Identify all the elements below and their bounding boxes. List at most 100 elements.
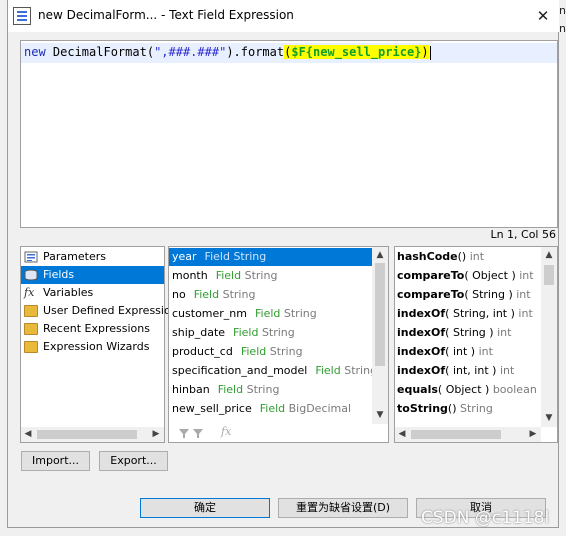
scroll-thumb[interactable] xyxy=(37,430,137,439)
category-label: Fields xyxy=(43,268,75,281)
list-item[interactable]: new_sell_price Field BigDecimal xyxy=(169,400,372,418)
fields-vscrollbar[interactable]: ▲ ▼ xyxy=(372,247,388,424)
code-field-ref: $F{new_sell_price} xyxy=(291,45,422,59)
method-name: indexOf xyxy=(397,307,446,320)
expression-code[interactable]: new DecimalFormat(",###.###").format($F{… xyxy=(24,45,431,60)
filter-function-icon[interactable]: fx xyxy=(221,425,231,438)
list-item[interactable]: equals( Object ) boolean xyxy=(395,381,541,399)
list-item[interactable]: indexOf( int ) int xyxy=(395,343,541,361)
category-list[interactable]: Parameters Fields fx Variables User Defi… xyxy=(20,246,171,443)
scroll-thumb[interactable] xyxy=(375,263,385,366)
method-return: String xyxy=(460,402,493,415)
list-item[interactable]: indexOf( int, int ) int xyxy=(395,362,541,380)
category-hscrollbar[interactable]: ◀ ▶ xyxy=(21,427,164,442)
ok-button[interactable]: 确定 xyxy=(140,498,270,518)
field-kind: Field xyxy=(193,288,220,301)
app-icon xyxy=(13,7,31,25)
scroll-up-icon[interactable]: ▲ xyxy=(373,248,387,262)
methods-hscrollbar[interactable]: ◀ ▶ xyxy=(395,427,541,442)
method-args: ( String ) xyxy=(445,326,494,339)
category-item-recent[interactable]: Recent Expressions xyxy=(21,320,164,338)
field-kind: Field xyxy=(259,402,286,415)
scroll-thumb[interactable] xyxy=(544,265,554,285)
list-item[interactable]: indexOf( String, int ) int xyxy=(395,305,541,323)
category-label: User Defined Expressio xyxy=(43,304,171,317)
code-keyword: new xyxy=(24,45,46,59)
list-item[interactable]: compareTo( Object ) int xyxy=(395,267,541,285)
method-args: () xyxy=(457,250,467,263)
method-args: ( String, int ) xyxy=(445,307,515,320)
field-type: String xyxy=(269,345,303,358)
list-item[interactable]: hashCode() int xyxy=(395,248,541,266)
field-name: year xyxy=(172,250,197,263)
close-button[interactable]: ✕ xyxy=(533,6,553,26)
import-button[interactable]: Import... xyxy=(21,451,90,471)
code-class: DecimalFormat( xyxy=(45,45,155,59)
field-name: product_cd xyxy=(172,345,233,358)
method-name: indexOf xyxy=(397,345,446,358)
code-string: ",###.###" xyxy=(154,45,227,59)
method-name: toString xyxy=(397,402,448,415)
method-name: equals xyxy=(397,383,438,396)
field-kind: Field xyxy=(204,250,230,263)
list-item[interactable]: no Field String xyxy=(169,286,372,304)
expression-editor[interactable]: new DecimalFormat(",###.###").format($F{… xyxy=(20,40,558,228)
method-return: int xyxy=(519,269,534,282)
scroll-up-icon[interactable]: ▲ xyxy=(542,248,556,262)
background-text-fragment: ne xyxy=(559,4,566,17)
parameters-icon xyxy=(24,251,38,263)
scroll-right-icon[interactable]: ▶ xyxy=(149,427,163,441)
method-args: ( Object ) xyxy=(464,269,516,282)
method-name: indexOf xyxy=(397,364,446,377)
fx-icon: fx xyxy=(24,286,35,299)
method-name: compareTo xyxy=(397,269,465,282)
list-item[interactable]: ship_date Field String xyxy=(169,324,372,342)
fields-list[interactable]: year Field String month Field String no Fie… xyxy=(168,246,389,443)
list-item[interactable]: year Field String xyxy=(169,248,372,266)
filter-field-icon[interactable] xyxy=(177,426,207,440)
category-item-wizards[interactable]: Expression Wizards xyxy=(21,338,164,356)
field-name: hinban xyxy=(172,383,210,396)
method-return: int xyxy=(518,307,533,320)
background-text-fragment: ne xyxy=(559,22,566,35)
field-kind: Field xyxy=(233,326,259,339)
list-item[interactable]: product_cd Field String xyxy=(169,343,372,361)
category-item-parameters[interactable]: Parameters xyxy=(21,248,164,266)
text-caret xyxy=(429,45,431,60)
list-item[interactable]: hinban Field String xyxy=(169,381,372,399)
list-item[interactable]: toString() String xyxy=(395,400,541,418)
field-type: String xyxy=(283,307,317,320)
field-kind: Field xyxy=(217,383,244,396)
method-args: ( int ) xyxy=(445,345,476,358)
field-name: month xyxy=(172,269,208,282)
list-item[interactable]: compareTo( String ) int xyxy=(395,286,541,304)
reset-defaults-button[interactable]: 重置为缺省设置(D) xyxy=(278,498,408,518)
export-button[interactable]: Export... xyxy=(99,451,168,471)
field-kind: Field xyxy=(315,364,341,377)
methods-vscrollbar[interactable]: ▲ ▼ xyxy=(541,247,557,427)
scroll-right-icon[interactable]: ▶ xyxy=(526,427,540,441)
category-item-fields[interactable]: Fields xyxy=(21,266,164,284)
method-name: indexOf xyxy=(397,326,446,339)
field-name: ship_date xyxy=(172,326,226,339)
folder-icon xyxy=(24,305,38,317)
list-item[interactable]: specification_and_model Field String xyxy=(169,362,377,380)
field-name: new_sell_price xyxy=(172,402,252,415)
category-item-variables[interactable]: fx Variables xyxy=(21,284,164,302)
folder-icon xyxy=(24,323,38,335)
scroll-down-icon[interactable]: ▼ xyxy=(373,408,387,422)
scroll-thumb[interactable] xyxy=(411,430,501,439)
category-label: Recent Expressions xyxy=(43,322,150,335)
list-item[interactable]: customer_nm Field String xyxy=(169,305,372,323)
category-item-user-defined[interactable]: User Defined Expressio xyxy=(21,302,171,320)
methods-list[interactable]: hashCode() int compareTo( Object ) int c… xyxy=(394,246,558,443)
method-return: boolean xyxy=(492,383,537,396)
field-type: String xyxy=(244,269,278,282)
scroll-left-icon[interactable]: ◀ xyxy=(395,427,409,441)
list-item[interactable]: indexOf( String ) int xyxy=(395,324,541,342)
scroll-down-icon[interactable]: ▼ xyxy=(542,411,556,425)
watermark: CSDN @c1118l xyxy=(421,508,550,528)
scroll-left-icon[interactable]: ◀ xyxy=(21,427,35,441)
list-item[interactable]: month Field String xyxy=(169,267,372,285)
fields-icon xyxy=(24,269,38,281)
